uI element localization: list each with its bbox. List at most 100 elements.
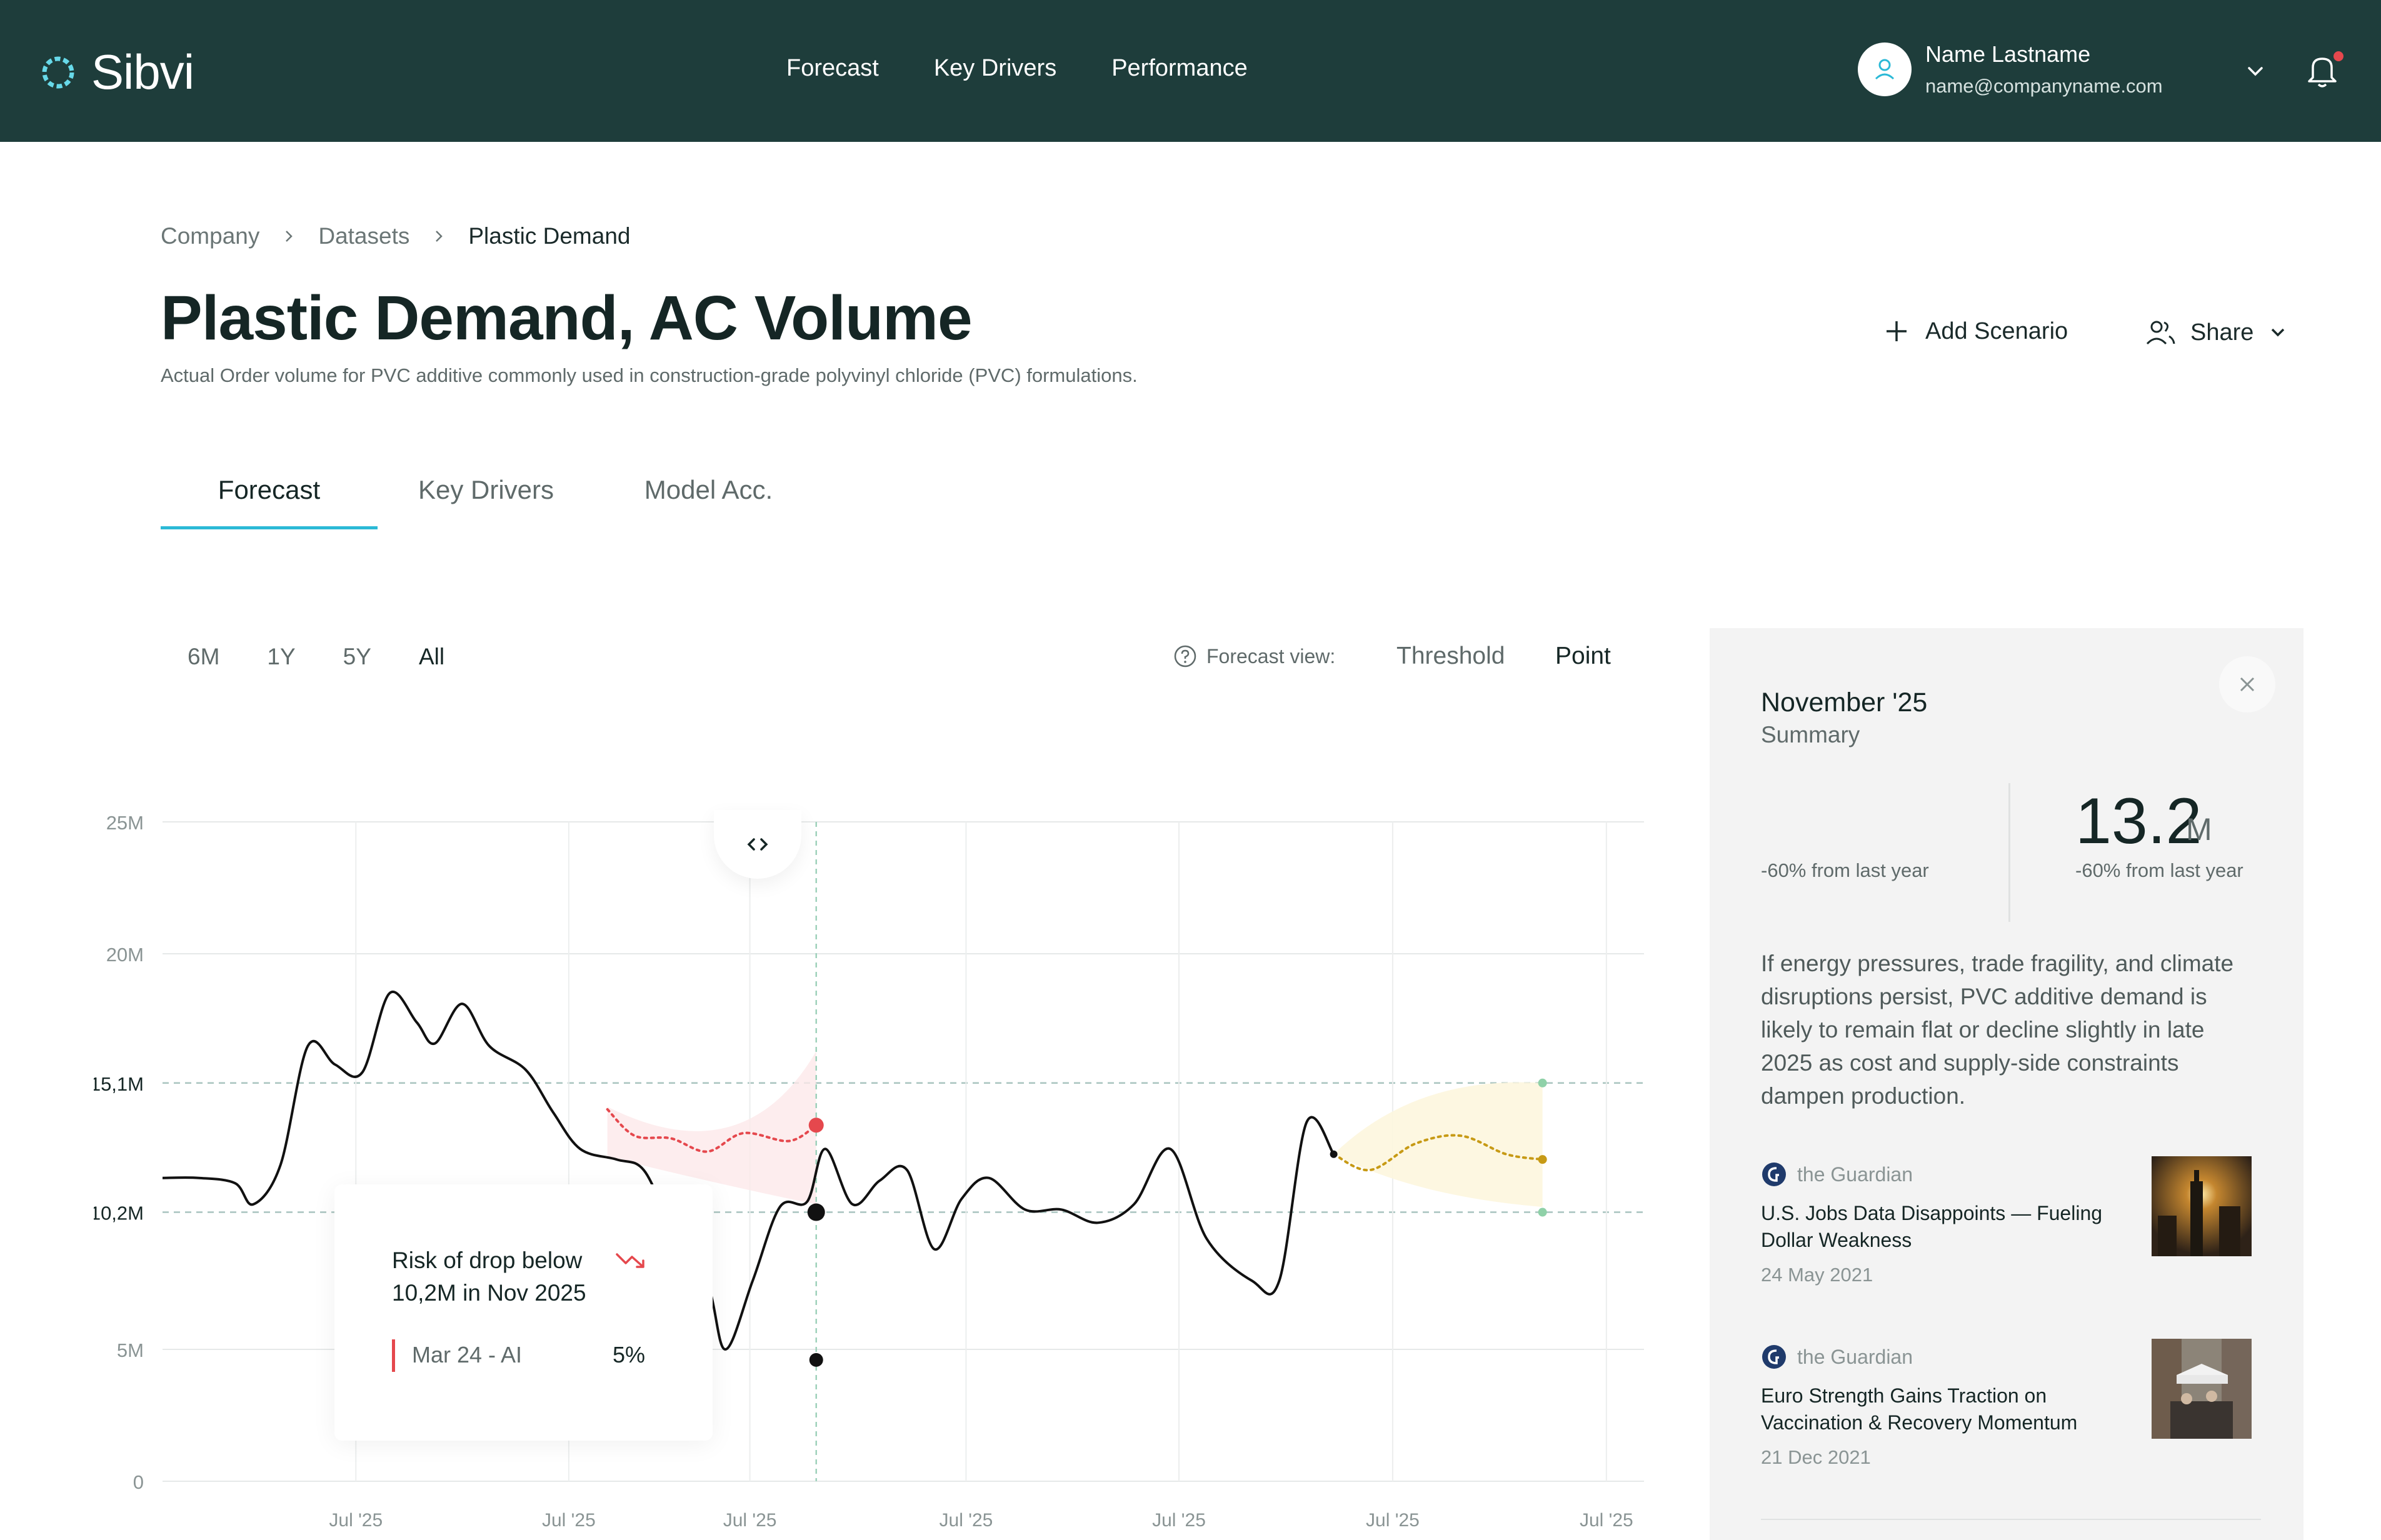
nav-performance[interactable]: Performance (1111, 55, 1248, 82)
x-tick-label: Jul '25 (723, 1510, 777, 1531)
page-title: Plastic Demand, AC Volume (161, 283, 973, 353)
summary-change-left: -60% from last year (1761, 859, 1929, 881)
risk-marker (808, 1118, 824, 1133)
forecast-end-marker (1538, 1155, 1547, 1164)
y-tick-label: 5M (117, 1339, 144, 1361)
summary-label: Summary (1761, 722, 1860, 748)
help-icon[interactable] (1173, 644, 1198, 669)
summary-month: November '25 (1761, 688, 1928, 718)
low-marker (809, 1352, 823, 1367)
risk-source: Mar 24 - AI (412, 1342, 523, 1368)
y-tick-label: 25M (106, 812, 144, 834)
app-logo[interactable]: Sibvi (39, 44, 194, 101)
risk-tooltip: Risk of drop below 10,2M in Nov 2025 Mar… (334, 1184, 713, 1441)
news-source: the Guardian (1761, 1344, 1913, 1370)
x-tick-label: Jul '25 (542, 1510, 596, 1531)
ring-logo-icon (42, 56, 74, 88)
x-tick-label: Jul '25 (1580, 1510, 1633, 1531)
forecast-band (1333, 1082, 1543, 1208)
plus-icon (1887, 321, 1907, 341)
summary-panel: November '25 Summary -60% from last year… (1710, 628, 2303, 1540)
risk-title: Risk of drop below 10,2M in Nov 2025 (392, 1248, 586, 1306)
view-point-button[interactable]: Point (1555, 642, 1611, 670)
news-source: the Guardian (1761, 1161, 1913, 1188)
notification-dot (2333, 51, 2343, 61)
forecast-risk-band (607, 1051, 816, 1204)
user-icon (1875, 59, 1895, 80)
app-logo-text: Sibvi (91, 44, 194, 99)
trend-down-icon (616, 1253, 644, 1268)
news-headline: Euro Strength Gains Traction on Vaccinat… (1761, 1384, 2078, 1434)
news-item[interactable]: the Guardian U.S. Jobs Data Disappoints … (1761, 1156, 2261, 1306)
forecast-view-text: Forecast view: (1206, 644, 1336, 668)
forecast-view-label: Forecast view: (1173, 644, 1335, 669)
upper-threshold-marker (1538, 1078, 1547, 1088)
news-thumbnail (2152, 1156, 2252, 1256)
forecast-chart-svg: 25M 20M 15,1M 10,2M 5M 0 Jul '25 Jul '25 Jul '25… (94, 812, 1644, 1531)
news-date: 24 May 2021 (1761, 1264, 1873, 1286)
chevron-down-icon[interactable] (2243, 59, 2268, 84)
y-tick-label: 10,2M (94, 1202, 144, 1224)
news-source-name: the Guardian (1797, 1162, 1913, 1186)
x-tick-label: Jul '25 (329, 1510, 383, 1531)
news-thumbnail (2152, 1339, 2252, 1439)
add-scenario-button[interactable]: Add Scenario (1883, 318, 2068, 345)
range-all[interactable]: All (419, 644, 444, 670)
y-tick-label: 20M (106, 944, 144, 966)
close-icon (2240, 677, 2255, 692)
breadcrumb: Company Datasets Plastic Demand (161, 223, 630, 249)
news-divider (1761, 1519, 2261, 1520)
chevron-down-icon (2272, 328, 2285, 337)
breadcrumb-current: Plastic Demand (468, 223, 631, 249)
news-date: 21 Dec 2021 (1761, 1446, 1871, 1468)
forecast-chart: 25M 20M 15,1M 10,2M 5M 0 Jul '25 Jul '25 Jul '25… (94, 788, 1657, 1540)
view-threshold-button[interactable]: Threshold (1396, 642, 1505, 670)
tab-forecast[interactable]: Forecast (161, 470, 378, 529)
threshold-marker (807, 1203, 825, 1221)
top-navigation-bar: Sibvi Forecast Key Drivers Performance N… (0, 0, 2381, 142)
x-tick-label: Jul '25 (1366, 1510, 1420, 1531)
add-scenario-label: Add Scenario (1925, 318, 2068, 344)
y-tick-label: 0 (133, 1471, 144, 1493)
time-range-selector: 6M 1Y 5Y All (188, 644, 444, 670)
forecast-start-marker (1330, 1150, 1338, 1158)
summary-unit: M (2186, 812, 2212, 847)
tab-bar: Forecast Key Drivers Model Acc. (161, 470, 823, 529)
main-nav: Forecast Key Drivers Performance (786, 55, 1248, 82)
chevron-right-icon (286, 231, 293, 242)
lower-threshold-marker (1538, 1208, 1547, 1217)
summary-value: 13.2 (2075, 785, 2202, 858)
summary-text: If energy pressures, trade fragility, an… (1761, 951, 2234, 1109)
breadcrumb-datasets[interactable]: Datasets (318, 223, 409, 249)
risk-value: 5% (613, 1342, 646, 1368)
tab-key-drivers[interactable]: Key Drivers (378, 470, 594, 529)
x-tick-label: Jul '25 (940, 1510, 993, 1531)
tab-model-acc[interactable]: Model Acc. (594, 470, 823, 529)
share-label: Share (2190, 319, 2254, 346)
page-subtitle: Actual Order volume for PVC additive com… (161, 364, 1138, 386)
guardian-logo-icon (1762, 1162, 1786, 1186)
avatar[interactable] (1858, 42, 1912, 96)
user-name: Name Lastname (1925, 41, 2091, 67)
nav-forecast[interactable]: Forecast (786, 55, 879, 82)
news-item[interactable]: the Guardian Euro Strength Gains Tractio… (1761, 1339, 2261, 1489)
nav-key-drivers[interactable]: Key Drivers (934, 55, 1056, 82)
y-tick-label: 15,1M (94, 1073, 144, 1095)
news-source-name: the Guardian (1797, 1345, 1913, 1368)
share-button[interactable]: Share (2144, 318, 2288, 348)
range-6m[interactable]: 6M (188, 644, 219, 670)
summary-change-right: -60% from last year (2075, 859, 2243, 881)
breadcrumb-company[interactable]: Company (161, 223, 259, 249)
range-5y[interactable]: 5Y (343, 644, 371, 670)
drag-handle-icon (747, 838, 768, 851)
risk-source-bar (392, 1339, 395, 1372)
users-icon (2146, 321, 2175, 345)
chevron-right-icon (436, 231, 443, 242)
x-tick-label: Jul '25 (1152, 1510, 1206, 1531)
news-headline: U.S. Jobs Data Disappoints — Fueling Dol… (1761, 1202, 2103, 1251)
guardian-logo-icon (1762, 1345, 1786, 1369)
summary-divider (2008, 783, 2010, 922)
range-1y[interactable]: 1Y (267, 644, 295, 670)
close-button[interactable] (2219, 656, 2275, 712)
user-email: name@companyname.com (1925, 75, 2163, 97)
